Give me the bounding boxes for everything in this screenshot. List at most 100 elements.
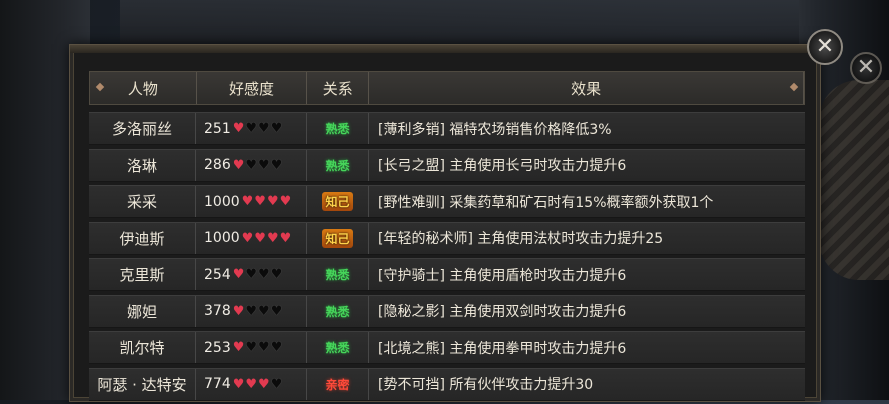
table-row[interactable]: 凯尔特 253 ♥ ♥ ♥ ♥ 熟悉 [北境之熊] 主角使用拳甲时攻击力提升6 (89, 331, 805, 364)
relation-badge: 知己 (322, 228, 353, 248)
character-name: 阿瑟 · 达特安 (89, 368, 196, 400)
effect-text: [年轻的秘术师] 主角使用法杖时攻击力提升25 (378, 231, 664, 247)
close-button[interactable]: ✕ (807, 29, 843, 65)
table-row[interactable]: 洛琳 286 ♥ ♥ ♥ ♥ 熟悉 [长弓之盟] 主角使用长弓时攻击力提升6 (89, 148, 805, 182)
character-name: 伊迪斯 (89, 222, 196, 254)
heart-icon: ♥ (270, 121, 283, 136)
relation-cell: 知己 (307, 222, 369, 254)
background-creature (819, 80, 889, 280)
affection-cell: 378 ♥ ♥ ♥ ♥ (196, 295, 307, 327)
table-row[interactable]: 伊迪斯 1000 ♥ ♥ ♥ ♥ 知己 [年轻的秘术师] 主角使用法杖时攻击力提升25 (89, 221, 805, 255)
heart-icon: ♥ (254, 194, 266, 209)
affection-hearts: ♥ ♥ ♥ ♥ (233, 305, 283, 318)
affection-hearts: ♥ ♥ ♥ ♥ (242, 232, 292, 245)
heart-icon: ♥ (266, 230, 279, 246)
affection-hearts: ♥ ♥ ♥ ♥ (242, 195, 292, 208)
heart-icon: ♥ (258, 267, 270, 282)
affection-cell: 286 ♥ ♥ ♥ ♥ (196, 149, 307, 181)
affection-hearts: ♥ ♥ ♥ ♥ (233, 378, 283, 391)
relation-badge: 知己 (322, 192, 353, 211)
heart-icon: ♥ (279, 194, 292, 209)
heart-icon: ♥ (245, 157, 258, 173)
background-close-button[interactable]: ✕ (850, 52, 882, 84)
heart-icon: ♥ (270, 157, 283, 173)
affection-value: 378 (204, 303, 231, 319)
affection-hearts: ♥ ♥ ♥ ♥ (233, 268, 283, 281)
heart-icon: ♥ (270, 376, 283, 392)
effect-text: [野性难驯] 采集药草和矿石时有15%概率额外获取1个 (378, 194, 714, 211)
relation-cell: 熟悉 (307, 149, 369, 181)
relation-cell: 亲密 (307, 368, 369, 400)
heart-icon: ♥ (232, 340, 245, 355)
character-name: 多洛丽丝 (89, 113, 196, 144)
affection-cell: 254 ♥ ♥ ♥ ♥ (196, 259, 307, 290)
heart-icon: ♥ (245, 121, 258, 136)
effect-text: [北境之熊] 主角使用拳甲时攻击力提升6 (378, 340, 627, 357)
relation-cell: 知己 (307, 186, 369, 217)
affection-value: 1000 (204, 230, 240, 246)
heart-icon: ♥ (245, 303, 258, 319)
heart-icon: ♥ (232, 303, 245, 319)
heart-icon: ♥ (266, 194, 279, 209)
heart-icon: ♥ (270, 267, 283, 282)
panel-top-trim (70, 45, 820, 53)
character-name: 克里斯 (89, 259, 196, 290)
heart-icon: ♥ (270, 303, 283, 319)
heart-icon: ♥ (258, 303, 270, 319)
affection-cell: 1000 ♥ ♥ ♥ ♥ (196, 186, 307, 217)
affection-cell: 1000 ♥ ♥ ♥ ♥ (196, 222, 307, 254)
affection-value: 253 (204, 339, 231, 356)
affection-hearts: ♥ ♥ ♥ ♥ (233, 341, 283, 354)
table-row[interactable]: 多洛丽丝 251 ♥ ♥ ♥ ♥ 熟悉 [薄利多销] 福特农场销售价格降低3% (89, 112, 805, 145)
table-row[interactable]: 阿瑟 · 达特安 774 ♥ ♥ ♥ ♥ 亲密 [势不可挡] 所有伙伴攻击力提升30 (89, 367, 805, 401)
affection-cell: 251 ♥ ♥ ♥ ♥ (196, 113, 307, 144)
table-header: 人物 好感度 关系 效果 (89, 71, 805, 105)
heart-icon: ♥ (258, 121, 270, 136)
heart-icon: ♥ (258, 340, 270, 355)
relation-cell: 熟悉 (307, 113, 369, 144)
relation-badge: 熟悉 (325, 268, 350, 282)
heart-icon: ♥ (254, 230, 266, 246)
affection-value: 774 (204, 376, 231, 392)
heart-icon: ♥ (258, 376, 270, 392)
relation-badge: 熟悉 (325, 341, 350, 355)
heart-icon: ♥ (232, 121, 245, 136)
character-name: 凯尔特 (89, 332, 196, 363)
heart-icon: ♥ (241, 194, 254, 209)
relation-badge: 熟悉 (325, 304, 350, 319)
table-row[interactable]: 娜妲 378 ♥ ♥ ♥ ♥ 熟悉 [隐秘之影] 主角使用双剑时攻击力提升6 (89, 294, 805, 328)
effect-text: [势不可挡] 所有伙伴攻击力提升30 (378, 377, 594, 393)
relation-badge: 亲密 (325, 377, 350, 392)
close-icon: ✕ (856, 55, 876, 80)
heart-icon: ♥ (270, 340, 283, 355)
relation-badge: 熟悉 (325, 122, 350, 136)
relation-cell: 熟悉 (307, 332, 369, 363)
heart-icon: ♥ (279, 230, 292, 246)
character-name: 采采 (89, 186, 196, 217)
character-name: 洛琳 (89, 149, 196, 181)
table-row[interactable]: 克里斯 254 ♥ ♥ ♥ ♥ 熟悉 [守护骑士] 主角使用盾枪时攻击力提升6 (89, 258, 805, 291)
heart-icon: ♥ (232, 267, 245, 282)
affection-cell: 774 ♥ ♥ ♥ ♥ (196, 368, 307, 400)
heart-icon: ♥ (232, 376, 245, 392)
relation-cell: 熟悉 (307, 259, 369, 290)
affection-value: 1000 (204, 193, 240, 210)
effect-text: [薄利多销] 福特农场销售价格降低3% (378, 121, 612, 138)
companion-list: 多洛丽丝 251 ♥ ♥ ♥ ♥ 熟悉 [薄利多销] 福特农场销售价格降低3% 洛琳 286 ♥ ♥ ♥… (89, 112, 805, 404)
character-name: 娜妲 (89, 295, 196, 327)
affection-value: 254 (204, 266, 231, 283)
heart-icon: ♥ (245, 340, 258, 355)
heart-icon: ♥ (258, 157, 270, 173)
header-relation: 关系 (307, 72, 370, 104)
affection-hearts: ♥ ♥ ♥ ♥ (233, 122, 283, 135)
heart-icon: ♥ (241, 230, 254, 246)
header-affection: 好感度 (197, 72, 308, 104)
heart-icon: ♥ (245, 376, 258, 392)
relation-cell: 熟悉 (307, 295, 369, 327)
effect-text: [长弓之盟] 主角使用长弓时攻击力提升6 (378, 158, 627, 174)
relation-badge: 熟悉 (325, 158, 350, 173)
affection-hearts: ♥ ♥ ♥ ♥ (233, 159, 283, 172)
table-row[interactable]: 采采 1000 ♥ ♥ ♥ ♥ 知己 [野性难驯] 采集药草和矿石时有15%概率额外获取1个 (89, 185, 805, 218)
header-character: 人物 (90, 72, 197, 104)
heart-icon: ♥ (232, 157, 245, 173)
